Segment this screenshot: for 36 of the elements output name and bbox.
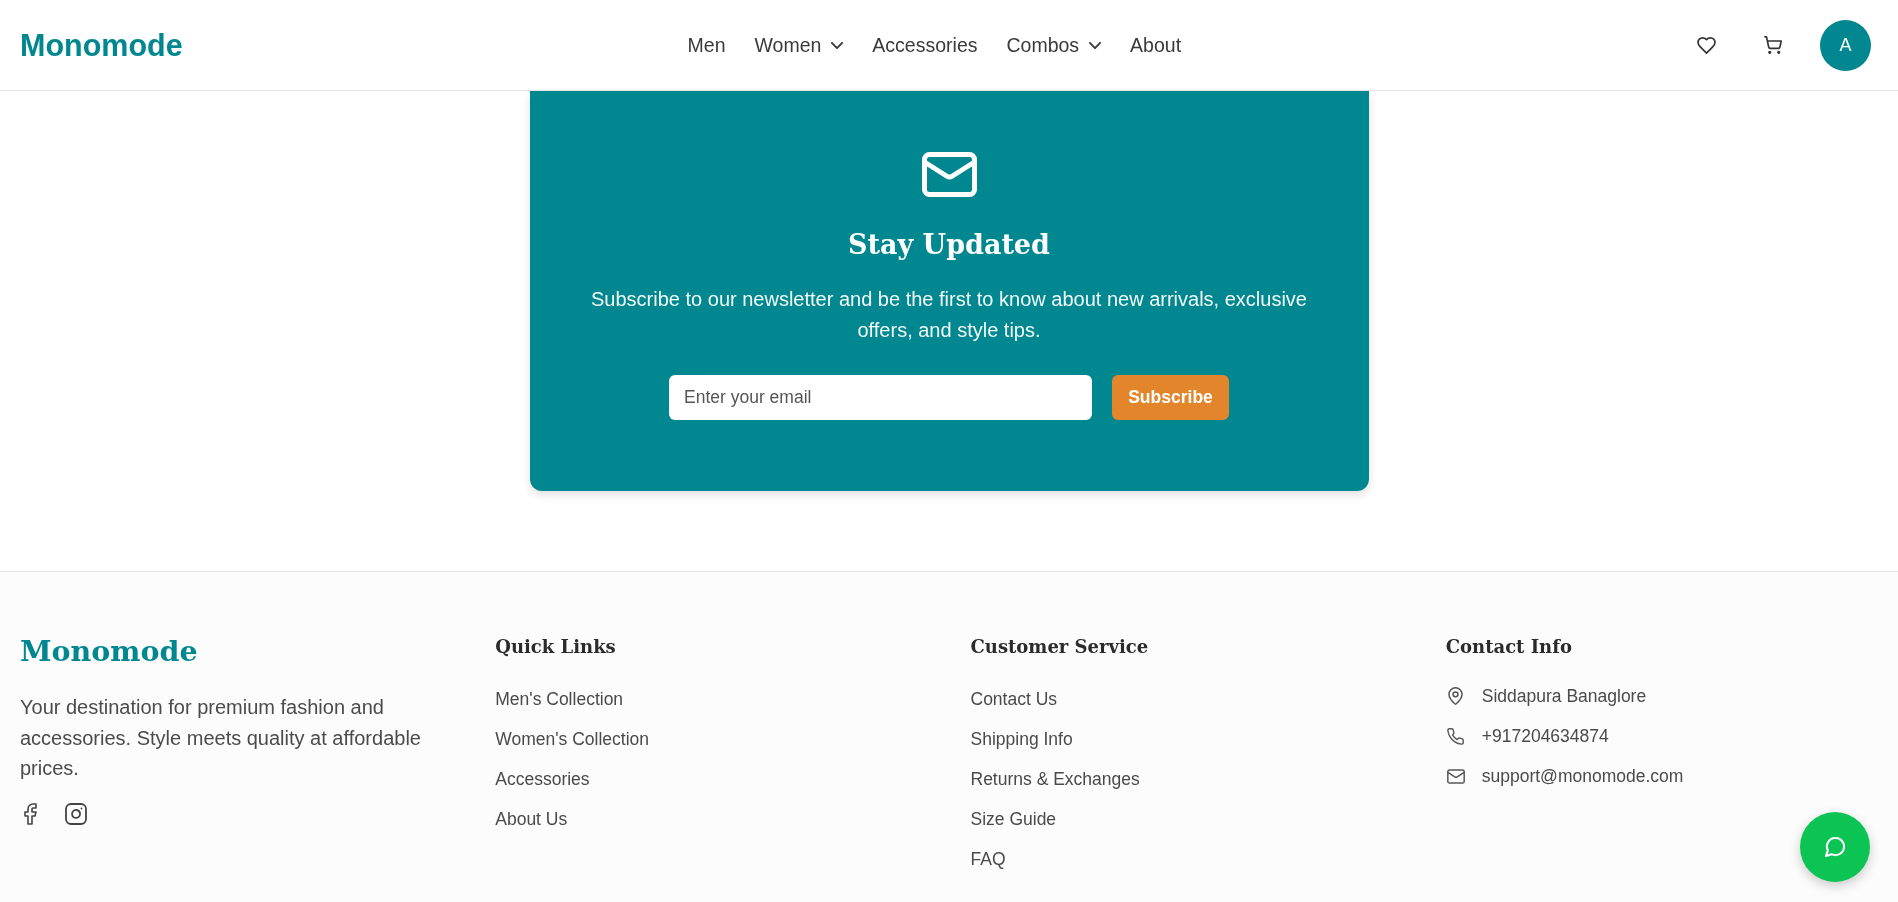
footer-link[interactable]: Men's Collection [495, 687, 624, 711]
mail-icon [921, 152, 977, 197]
nav-link[interactable]: Women [754, 33, 844, 57]
brand-description: Your destination for premium fashion and accessories. Style meets quality at affordable prices. [20, 695, 422, 781]
footer-link[interactable]: FAQ [970, 847, 1006, 871]
nav-link[interactable]: Accessories [872, 33, 978, 57]
nav-link[interactable]: About [1130, 33, 1182, 57]
column-heading: Contact Info [1445, 635, 1572, 659]
footer-link[interactable]: Accessories [495, 767, 590, 791]
newsletter-title: Stay Updated [848, 228, 1050, 262]
chat-bubble-icon [1825, 837, 1845, 857]
footer-link[interactable]: Contact Us [970, 687, 1058, 711]
avatar-button[interactable]: A [1820, 19, 1871, 71]
footer-link[interactable]: Returns & Exchanges [970, 767, 1140, 791]
nav-link[interactable]: Combos [1006, 33, 1102, 57]
facebook-icon[interactable] [24, 802, 37, 825]
nav-link[interactable]: Men [687, 33, 726, 57]
phone-icon [1447, 727, 1465, 745]
column-heading: Customer Service [970, 635, 1149, 659]
heart-icon [1696, 36, 1716, 54]
footer-logo: Monomode [20, 633, 198, 669]
footer-link[interactable]: About Us [495, 807, 568, 831]
contact-text: support@monomode.com [1481, 765, 1684, 788]
site-logo[interactable]: Monomode [20, 27, 183, 63]
column-heading: Quick Links [495, 635, 616, 659]
footer-link[interactable]: Size Guide [970, 807, 1057, 831]
cart-icon [1764, 36, 1782, 54]
mail-icon [1446, 768, 1465, 784]
instagram-icon[interactable] [65, 802, 87, 825]
map-pin-icon [1448, 687, 1464, 705]
email-input[interactable]: Enter your email [669, 375, 1092, 420]
contact-text: Siddapura Banaglore [1481, 685, 1647, 708]
footer-link[interactable]: Shipping Info [970, 727, 1073, 751]
footer-link[interactable]: Women's Collection [495, 727, 650, 751]
newsletter-text: Subscribe to our newsletter and be the first to know about new arrivals, exclusive offers, and style tips. [590, 287, 1308, 343]
contact-text: +917204634874 [1481, 725, 1609, 748]
